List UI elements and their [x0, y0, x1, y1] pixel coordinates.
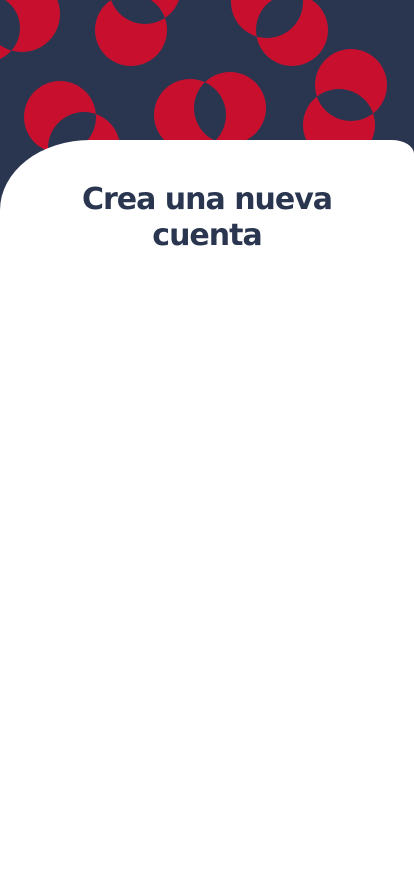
page-title: Crea una nueva cuenta — [81, 182, 333, 253]
signup-screen: Crea una nueva cuenta — [0, 0, 414, 896]
